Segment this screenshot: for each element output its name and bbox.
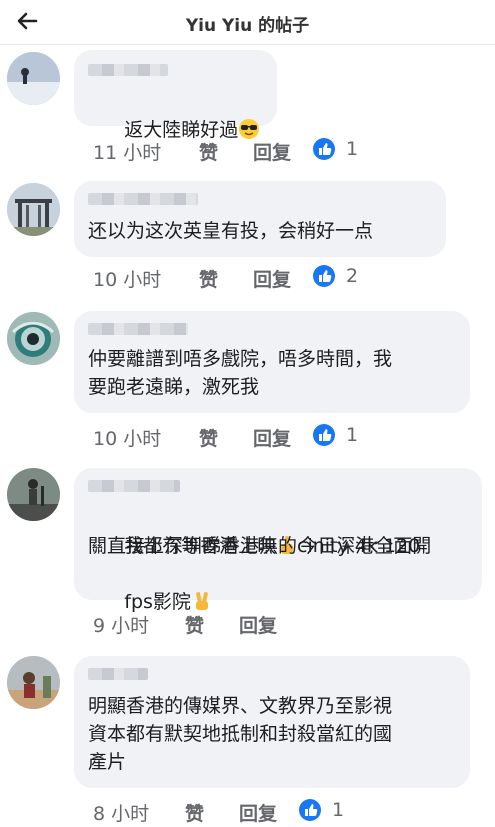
- timestamp: 10 小时: [93, 269, 162, 291]
- author-name-blurred: [88, 323, 188, 335]
- avatar[interactable]: [7, 52, 60, 105]
- avatar[interactable]: [7, 468, 60, 521]
- reaction-count: 1: [346, 138, 359, 160]
- like-button[interactable]: 赞: [199, 424, 218, 451]
- timestamp: 8 小时: [93, 803, 150, 825]
- comment-bubble: 仲要離譜到唔多戲院，唔多時間，我 要跑老遠睇，激死我: [74, 311, 470, 413]
- comment-text-line: 產片: [88, 751, 127, 773]
- author-name-blurred: [88, 480, 180, 492]
- like-button[interactable]: 赞: [185, 799, 204, 826]
- reaction-count: 1: [346, 424, 359, 446]
- comment-bubble: 还以为这次英皇有投，会稍好一点: [74, 181, 446, 257]
- comment-text-line: 要跑老遠睇，激死我: [88, 376, 260, 398]
- comment-bubble: 返大陸睇好過: [74, 50, 277, 141]
- reply-button[interactable]: 回复: [253, 424, 291, 451]
- comment-text-line: 仲要離譜到唔多戲院，唔多時間，我: [88, 348, 393, 370]
- reply-button[interactable]: 回复: [253, 138, 291, 165]
- reply-button[interactable]: 回复: [239, 611, 277, 638]
- comment-text-line: 資本都有默契地抵制和封殺當紅的國: [88, 723, 393, 745]
- comment-bubble: 我都冇等香港上映 今日深港全面開 關直接上深圳睇香港無的cinity 4k 120…: [74, 468, 482, 613]
- thumbs-up-icon: [299, 799, 321, 821]
- like-button[interactable]: 赞: [185, 611, 204, 638]
- author-name-blurred: [88, 193, 198, 205]
- avatar[interactable]: [7, 312, 60, 365]
- timestamp: 11 小时: [93, 142, 162, 164]
- victory-hand-emoji-icon: [191, 590, 213, 612]
- reaction-count: 2: [346, 265, 359, 287]
- thumbs-up-icon: [313, 138, 335, 160]
- like-button[interactable]: 赞: [199, 265, 218, 292]
- thumbs-up-icon: [313, 424, 335, 446]
- timestamp: 10 小时: [93, 428, 162, 450]
- page-title: Yiu Yiu 的帖子: [185, 16, 310, 36]
- reply-button[interactable]: 回复: [239, 799, 277, 826]
- avatar[interactable]: [7, 183, 60, 236]
- top-bar: Yiu Yiu 的帖子: [0, 0, 495, 45]
- comment-text: 还以为这次英皇有投，会稍好一点: [88, 220, 374, 242]
- sunglasses-emoji-icon: [238, 118, 260, 140]
- author-name-blurred: [88, 668, 148, 680]
- avatar[interactable]: [7, 656, 60, 709]
- reply-button[interactable]: 回复: [253, 265, 291, 292]
- comment-bubble: 明顯香港的傳媒界、文教界乃至影視 資本都有默契地抵制和封殺當紅的國 產片: [74, 656, 470, 788]
- comment-text-line: 明顯香港的傳媒界、文教界乃至影視: [88, 695, 393, 717]
- timestamp: 9 小时: [93, 615, 150, 637]
- comment-text-line: 關直接上深圳睇香港無的cinity 4k 120: [88, 535, 421, 557]
- reaction-count: 1: [332, 799, 345, 821]
- thumbs-up-icon: [313, 265, 335, 287]
- like-button[interactable]: 赞: [199, 138, 218, 165]
- author-name-blurred: [88, 64, 168, 76]
- comment-text-line: fps影院: [124, 591, 191, 613]
